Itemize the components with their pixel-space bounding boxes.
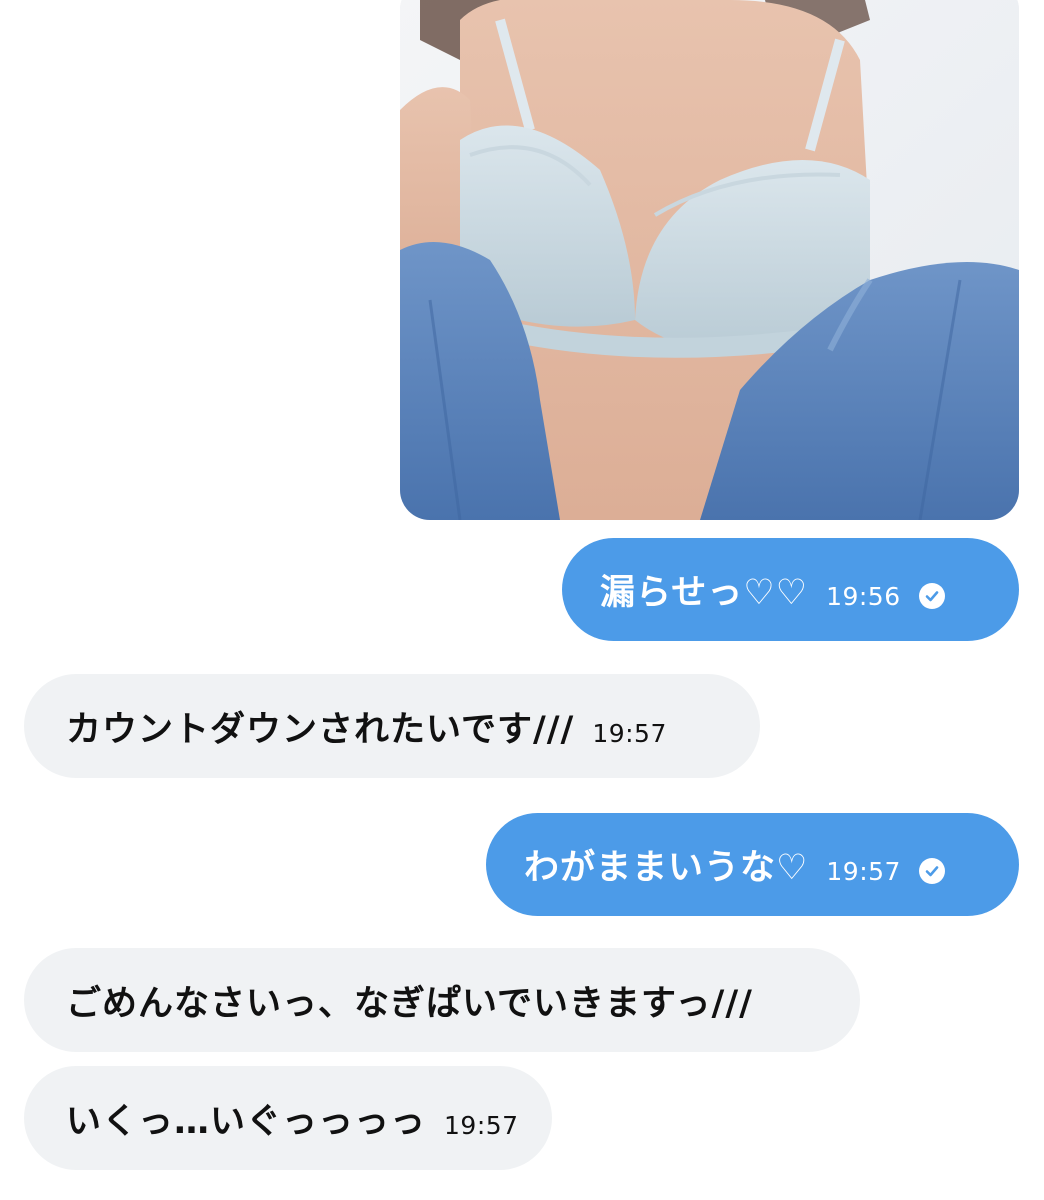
read-check-icon — [918, 857, 945, 884]
message-timestamp: 19:57 — [826, 857, 901, 886]
received-message-bubble[interactable]: カウントダウンされたいです/// 19:57 — [24, 674, 760, 778]
message-text: いくっ…いぐっっっっ — [66, 1101, 427, 1142]
message-timestamp: 19:57 — [592, 718, 667, 748]
message-text: カウントダウンされたいです/// — [66, 709, 575, 750]
sent-message-bubble[interactable]: 漏らせっ♡♡ 19:56 — [562, 538, 1019, 641]
message-text: わがままいうな♡ — [524, 848, 809, 888]
read-check-icon — [918, 582, 945, 609]
message-timestamp: 19:56 — [826, 582, 901, 611]
message-text: 漏らせっ♡♡ — [600, 573, 809, 613]
message-text: ごめんなさいっ、なぎぱいでいきますっ/// — [66, 983, 753, 1024]
received-message-bubble[interactable]: いくっ…いぐっっっっ 19:57 — [24, 1066, 552, 1170]
photo-image — [400, 0, 1019, 520]
message-timestamp: 19:57 — [444, 1110, 519, 1140]
sent-message-bubble[interactable]: わがままいうな♡ 19:57 — [486, 813, 1019, 916]
photo-attachment[interactable] — [400, 0, 1019, 520]
received-message-bubble[interactable]: ごめんなさいっ、なぎぱいでいきますっ/// — [24, 948, 860, 1052]
